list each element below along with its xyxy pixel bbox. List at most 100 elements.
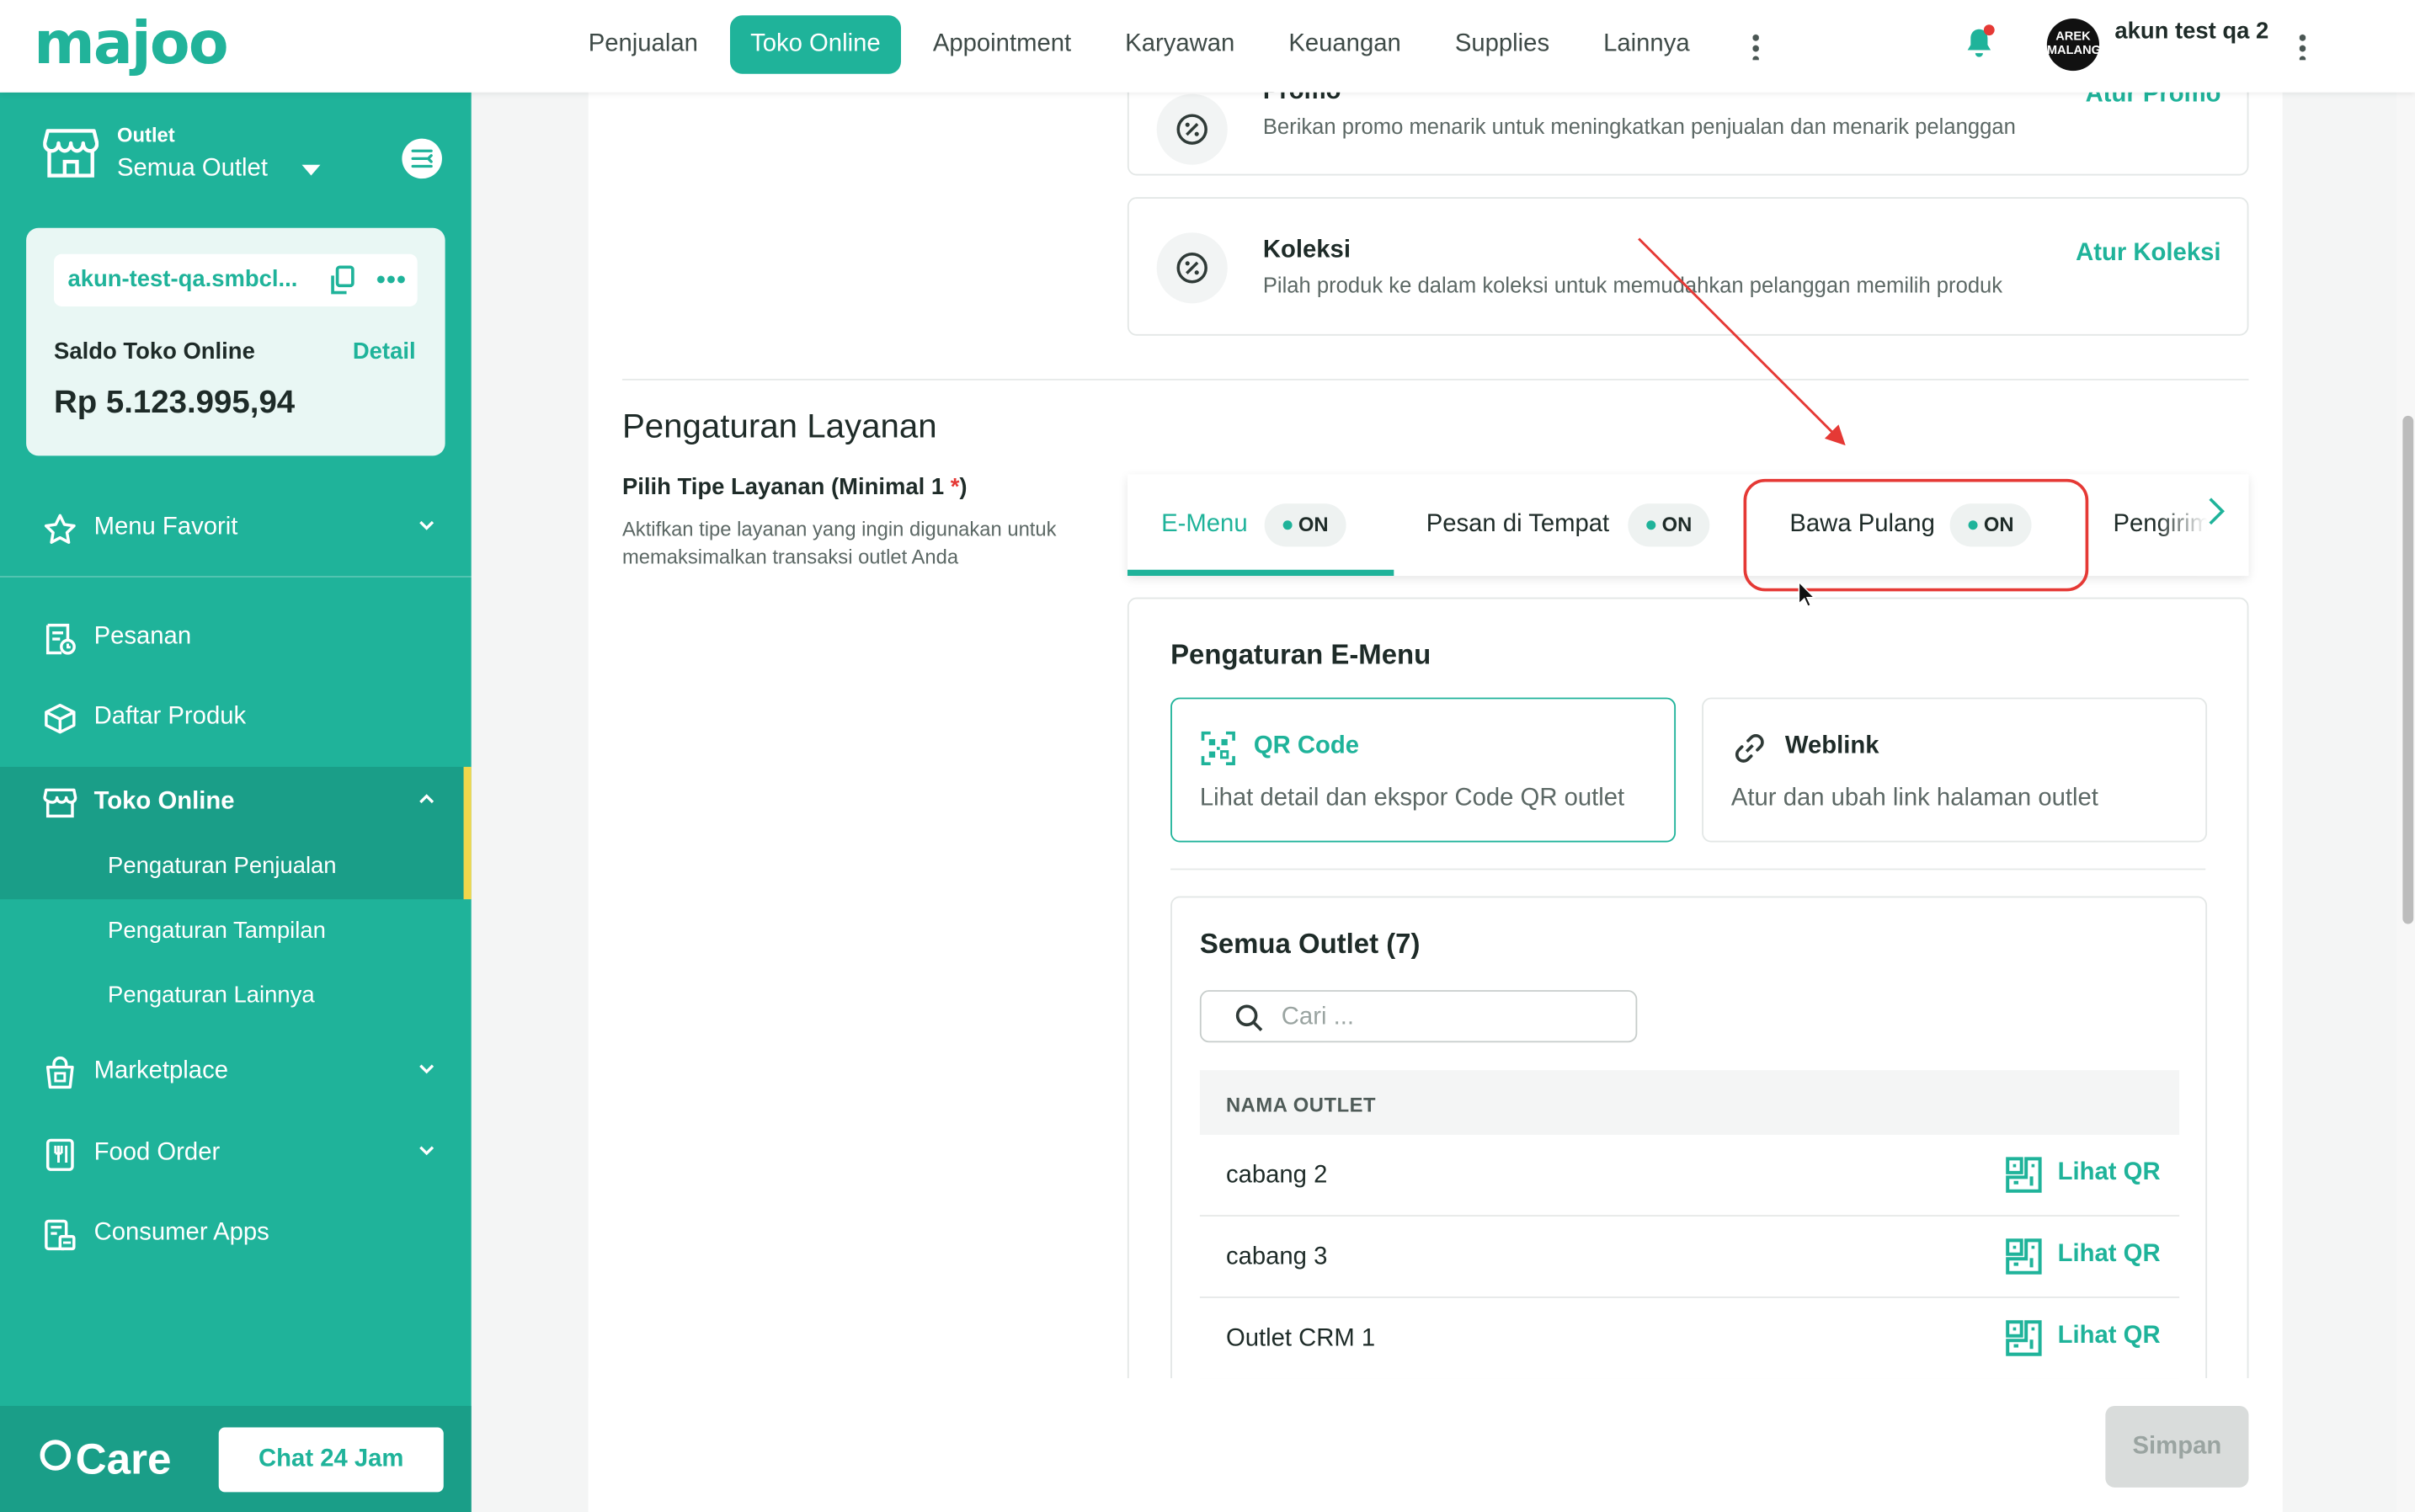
simpan-button[interactable]: Simpan: [2105, 1405, 2249, 1488]
sidebar-subitem-pengaturan-penjualan[interactable]: Pengaturan Penjualan: [0, 834, 464, 900]
tab-pesan-di-tempat[interactable]: Pesan di Tempat ON: [1394, 474, 1732, 576]
sidebar-divider: [0, 576, 472, 578]
table-row: cabang 2 Lihat QR: [1199, 1135, 2180, 1217]
nav-karyawan[interactable]: Karyawan: [1104, 15, 1256, 74]
scrollbar-thumb[interactable]: [2402, 415, 2414, 924]
table-row: Outlet CRM 1 Lihat QR: [1199, 1298, 2180, 1380]
weblink-option[interactable]: Weblink Atur dan ubah link halaman outle…: [1702, 697, 2208, 843]
app-screen: majoo Penjualan Toko Online Appointment …: [0, 0, 2415, 1512]
option-desc: Lihat detail dan ekspor Code QR outlet: [1199, 785, 1625, 812]
avatar-text-top: AREK: [2055, 29, 2091, 44]
nav-penjualan[interactable]: Penjualan: [567, 15, 719, 74]
option-desc: Atur dan ubah link halaman outlet: [1730, 785, 2098, 812]
food-order-icon: [45, 1138, 74, 1171]
product-box-icon: [45, 703, 76, 734]
status-badge: ON: [1949, 503, 2031, 547]
tab-label: E-Menu: [1161, 511, 1248, 538]
care-label: Care: [75, 1435, 172, 1483]
sidebar-item-label: Toko Online: [93, 788, 235, 815]
sidebar-subitem-pengaturan-lainnya[interactable]: Pengaturan Lainnya: [0, 964, 464, 1029]
tab-label: Bawa Pulang: [1789, 511, 1935, 538]
store-url[interactable]: akun-test-qa.smbcl...: [67, 266, 297, 292]
chat-24-jam-button[interactable]: Chat 24 Jam: [218, 1427, 444, 1493]
tab-e-menu[interactable]: E-Menu ON: [1128, 474, 1394, 576]
chevron-down-icon: [419, 520, 434, 530]
lihat-qr-button[interactable]: Lihat QR: [2005, 1318, 2189, 1359]
user-more-icon[interactable]: [2299, 32, 2306, 61]
marketplace-bag-icon: [45, 1056, 74, 1089]
search-field[interactable]: [1199, 990, 1638, 1043]
sidebar-item-menu-favorit[interactable]: Menu Favorit: [0, 490, 472, 570]
nav-more-icon[interactable]: [1752, 32, 1759, 61]
nav-keuangan[interactable]: Keuangan: [1267, 15, 1423, 74]
nav-lainnya[interactable]: Lainnya: [1581, 15, 1711, 74]
caret-down-icon[interactable]: [301, 164, 321, 176]
tab-label: Pesan di Tempat: [1426, 511, 1610, 538]
care-footer: Care Chat 24 Jam: [0, 1405, 472, 1512]
search-input[interactable]: [1281, 1000, 1621, 1036]
brand-logo[interactable]: majoo: [34, 9, 228, 77]
pilih-tipe-layanan-label: Pilih Tipe Layanan (Minimal 1 *): [622, 474, 968, 500]
saldo-detail-link[interactable]: Detail: [353, 338, 416, 365]
outlet-name: Outlet CRM 1: [1225, 1325, 1376, 1352]
sidebar-item-marketplace[interactable]: Marketplace: [0, 1033, 472, 1113]
avatar[interactable]: AREK MALANG: [2046, 18, 2102, 72]
service-type-tabs: E-Menu ON Pesan di Tempat ON Bawa Pulang…: [1127, 474, 2249, 577]
link-icon: [1735, 734, 1764, 763]
copy-icon[interactable]: [328, 265, 356, 296]
sidebar-item-label: Pesanan: [93, 623, 192, 650]
store-url-box: akun-test-qa.smbcl...: [54, 253, 418, 306]
sidebar-item-daftar-produk[interactable]: Daftar Produk: [0, 679, 472, 759]
online-store-icon: [43, 788, 77, 818]
sidebar-collapse-button[interactable]: [402, 138, 442, 179]
promo-desc: Berikan promo menarik untuk meningkatkan…: [1262, 114, 2016, 139]
user-name[interactable]: akun test qa 2: [2114, 19, 2274, 45]
qr-icon: [2006, 1157, 2042, 1193]
nav-appointment[interactable]: Appointment: [911, 15, 1093, 74]
pick-label-text: Pilih Tipe Layanan (Minimal 1: [621, 474, 951, 501]
qr-code-icon: [1201, 731, 1235, 766]
star-icon: [44, 514, 76, 544]
notification-dot: [1983, 24, 1995, 36]
column-header-nama-outlet: NAMA OUTLET: [1225, 1093, 1377, 1117]
qr-icon: [2006, 1320, 2042, 1356]
tab-bawa-pulang[interactable]: Bawa Pulang ON: [1759, 474, 2082, 576]
koleksi-title: Koleksi: [1262, 237, 1351, 264]
nav-toko-online[interactable]: Toko Online: [730, 15, 901, 74]
active-indicator: [463, 766, 472, 900]
sidebar-subitem-label: Pengaturan Tampilan: [108, 918, 326, 945]
more-options-icon[interactable]: [376, 275, 407, 284]
outlet-selector[interactable]: Semua Outlet: [117, 156, 268, 184]
lihat-qr-button[interactable]: Lihat QR: [2005, 1237, 2189, 1277]
lihat-qr-label: Lihat QR: [2057, 1323, 2161, 1350]
koleksi-card: Koleksi Pilah produk ke dalam koleksi un…: [1127, 197, 2249, 336]
sidebar: Outlet Semua Outlet akun-test-qa.smbcl..…: [0, 92, 472, 1512]
saldo-value: Rp 5.123.995,94: [54, 385, 296, 421]
nav-supplies[interactable]: Supplies: [1433, 15, 1570, 74]
chevron-right-icon[interactable]: [2205, 496, 2227, 527]
avatar-text-bottom: MALANG: [2046, 43, 2102, 57]
sidebar-item-consumer-apps[interactable]: Consumer Apps: [0, 1195, 472, 1275]
emenu-title: Pengaturan E-Menu: [1170, 639, 1431, 670]
lihat-qr-label: Lihat QR: [2057, 1159, 2161, 1186]
search-icon: [1235, 1004, 1263, 1031]
sidebar-subitem-label: Pengaturan Penjualan: [108, 853, 337, 880]
sidebar-item-label: Daftar Produk: [93, 703, 247, 730]
main-panel: Promo Berikan promo menarik untuk mening…: [588, 77, 2283, 1512]
sidebar-item-food-order[interactable]: Food Order: [0, 1115, 472, 1195]
emenu-settings: Pengaturan E-Menu QR Code Lihat detail d…: [1127, 597, 2249, 1512]
top-bar: majoo Penjualan Toko Online Appointment …: [0, 0, 2415, 93]
sidebar-item-pesanan[interactable]: Pesanan: [0, 599, 472, 679]
option-title: Weblink: [1784, 732, 1879, 759]
lihat-qr-label: Lihat QR: [2057, 1241, 2161, 1268]
menu-collapse-icon: [411, 149, 433, 168]
tabs-fade: [2156, 474, 2249, 577]
table-header: NAMA OUTLET: [1199, 1070, 2180, 1136]
sidebar-subitem-pengaturan-tampilan[interactable]: Pengaturan Tampilan: [0, 899, 464, 964]
lihat-qr-button[interactable]: Lihat QR: [2005, 1155, 2189, 1195]
chevron-up-icon: [419, 794, 434, 804]
atur-koleksi-link[interactable]: Atur Koleksi: [2076, 240, 2220, 268]
promo-icon-wrap: [1156, 93, 1228, 165]
qr-code-option[interactable]: QR Code Lihat detail dan ekspor Code QR …: [1170, 697, 1677, 843]
outlet-name: cabang 2: [1225, 1162, 1328, 1190]
